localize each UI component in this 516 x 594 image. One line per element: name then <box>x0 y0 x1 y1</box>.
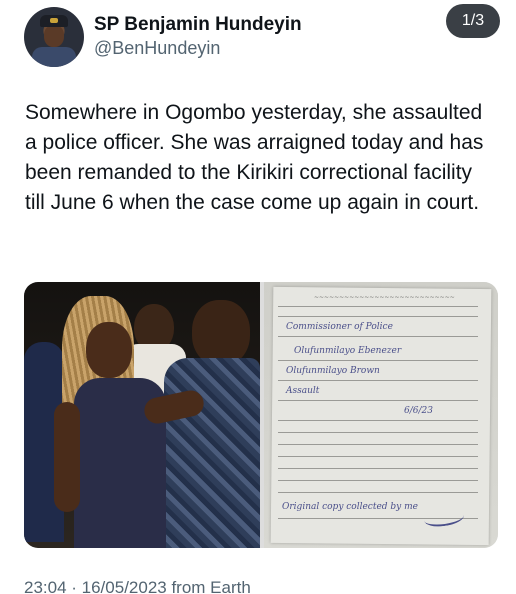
warrant-header: ~~~~~~~~~~~~~~~~~~~~~~~~~~~~ <box>314 294 455 301</box>
tweet-text: Somewhere in Ogombo yesterday, she assau… <box>25 101 484 214</box>
doc-rule <box>278 432 478 433</box>
warrant-handwriting-line2: Olufunmilayo Ebenezer <box>294 346 402 356</box>
doc-rule <box>278 336 478 337</box>
media-counter-badge: 1/3 <box>446 4 500 38</box>
avatar-uniform <box>32 47 76 67</box>
author-display-name[interactable]: SP Benjamin Hundeyin <box>94 14 302 36</box>
warrant-handwriting-line4: Assault <box>286 386 320 396</box>
doc-rule <box>278 316 478 317</box>
officer-uniform <box>164 358 260 548</box>
doc-rule <box>278 360 478 361</box>
media-grid: ~~~~~~~~~~~~~~~~~~~~~~~~~~~~ Commissione… <box>24 282 498 548</box>
warrant-handwriting-line1: Commissioner of Police <box>286 322 393 332</box>
doc-rule <box>278 480 478 481</box>
doc-rule <box>278 468 478 469</box>
warrant-collected-note: Original copy collected by me <box>282 502 418 512</box>
photo-arrest-scene[interactable] <box>24 282 260 548</box>
doc-rule <box>278 380 478 381</box>
police-cap-icon <box>40 15 68 27</box>
avatar-face <box>44 25 64 47</box>
author-handle[interactable]: @BenHundeyin <box>94 38 220 59</box>
warrant-handwriting-line3: Olufunmilayo Brown <box>286 366 380 376</box>
woman-arm <box>54 402 80 512</box>
doc-rule <box>278 444 478 445</box>
avatar[interactable] <box>24 7 84 67</box>
doc-rule <box>278 306 478 307</box>
doc-rule <box>278 492 478 493</box>
woman-face <box>86 322 132 378</box>
photo-remand-warrant[interactable]: ~~~~~~~~~~~~~~~~~~~~~~~~~~~~ Commissione… <box>264 282 498 548</box>
tweet-timestamp[interactable]: 23:04 · 16/05/2023 from Earth <box>24 578 251 594</box>
doc-rule <box>278 456 478 457</box>
doc-rule <box>278 420 478 421</box>
officer-head <box>192 300 250 366</box>
doc-rule <box>278 400 478 401</box>
warrant-handwriting-date: 6/6/23 <box>404 406 433 416</box>
